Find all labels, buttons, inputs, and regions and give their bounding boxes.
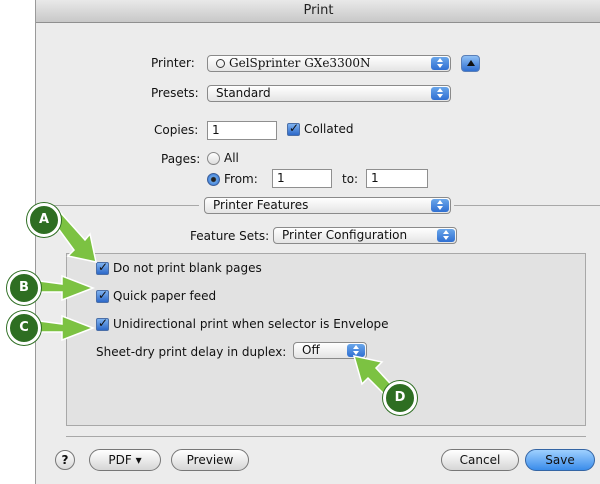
callout-d: D — [383, 381, 417, 415]
cancel-button[interactable]: Cancel — [441, 449, 519, 471]
printer-label: Printer: — [151, 56, 195, 70]
feature-sets-label: Feature Sets: — [190, 229, 270, 243]
presets-popup[interactable]: Standard — [207, 85, 451, 102]
footer-separator — [66, 436, 586, 437]
copies-label: Copies: — [154, 123, 199, 137]
popup-arrows-icon — [431, 87, 449, 100]
presets-value: Standard — [216, 86, 271, 100]
copies-field[interactable]: 1 — [207, 121, 277, 140]
pages-label: Pages: — [161, 152, 201, 166]
disclosure-up-icon[interactable] — [461, 55, 480, 72]
callout-a: A — [27, 203, 61, 237]
option-checkbox[interactable] — [96, 288, 109, 303]
printer-status-circle-icon — [216, 59, 225, 68]
options-panel: Do not print blank pages Quick paper fee… — [66, 253, 586, 426]
popup-arrows-icon — [431, 199, 449, 212]
sheet-dry-value: Off — [302, 343, 320, 357]
popup-arrows-icon — [347, 344, 365, 357]
sheet-dry-popup[interactable]: Off — [293, 342, 367, 359]
pages-from-field[interactable]: 1 — [272, 169, 332, 188]
option-checkbox[interactable] — [96, 260, 109, 275]
presets-label: Presets: — [151, 86, 199, 100]
section-separator-left — [36, 205, 199, 206]
pages-from-radio[interactable] — [207, 173, 220, 186]
popup-arrows-icon — [431, 57, 449, 70]
printer-value: GelSprinter GXe3300N — [229, 56, 371, 70]
save-button[interactable]: Save — [525, 449, 595, 471]
print-dialog: Print Printer: GelSprinter GXe3300N Pres… — [35, 0, 600, 484]
section-popup[interactable]: Printer Features — [204, 197, 451, 214]
printer-popup[interactable]: GelSprinter GXe3300N — [207, 55, 451, 72]
section-separator-right — [454, 205, 600, 206]
option-label: Unidirectional print when selector is En… — [113, 317, 389, 331]
feature-sets-popup[interactable]: Printer Configuration — [273, 227, 457, 244]
popup-arrows-icon — [437, 229, 455, 242]
pages-all-label: All — [224, 151, 239, 165]
help-button[interactable]: ? — [55, 450, 75, 470]
sheet-dry-label: Sheet-dry print delay in duplex: — [96, 345, 287, 359]
callout-c: C — [7, 311, 41, 345]
pages-from-label: From: — [224, 172, 258, 186]
title-bar: Print — [36, 0, 600, 23]
pages-all-radio[interactable] — [207, 152, 220, 165]
section-popup-value: Printer Features — [213, 198, 309, 212]
callout-b: B — [7, 271, 41, 305]
window-title: Print — [303, 3, 334, 18]
feature-sets-value: Printer Configuration — [282, 228, 408, 242]
collated-checkbox[interactable] — [287, 121, 300, 136]
pdf-button[interactable]: PDF ▾ — [89, 449, 161, 471]
pages-to-label: to: — [342, 172, 359, 186]
option-label: Do not print blank pages — [113, 261, 262, 275]
pages-to-field[interactable]: 1 — [366, 169, 428, 188]
collated-label: Collated — [304, 122, 354, 136]
option-label: Quick paper feed — [113, 289, 217, 303]
option-checkbox[interactable] — [96, 316, 109, 331]
preview-button[interactable]: Preview — [171, 449, 249, 471]
